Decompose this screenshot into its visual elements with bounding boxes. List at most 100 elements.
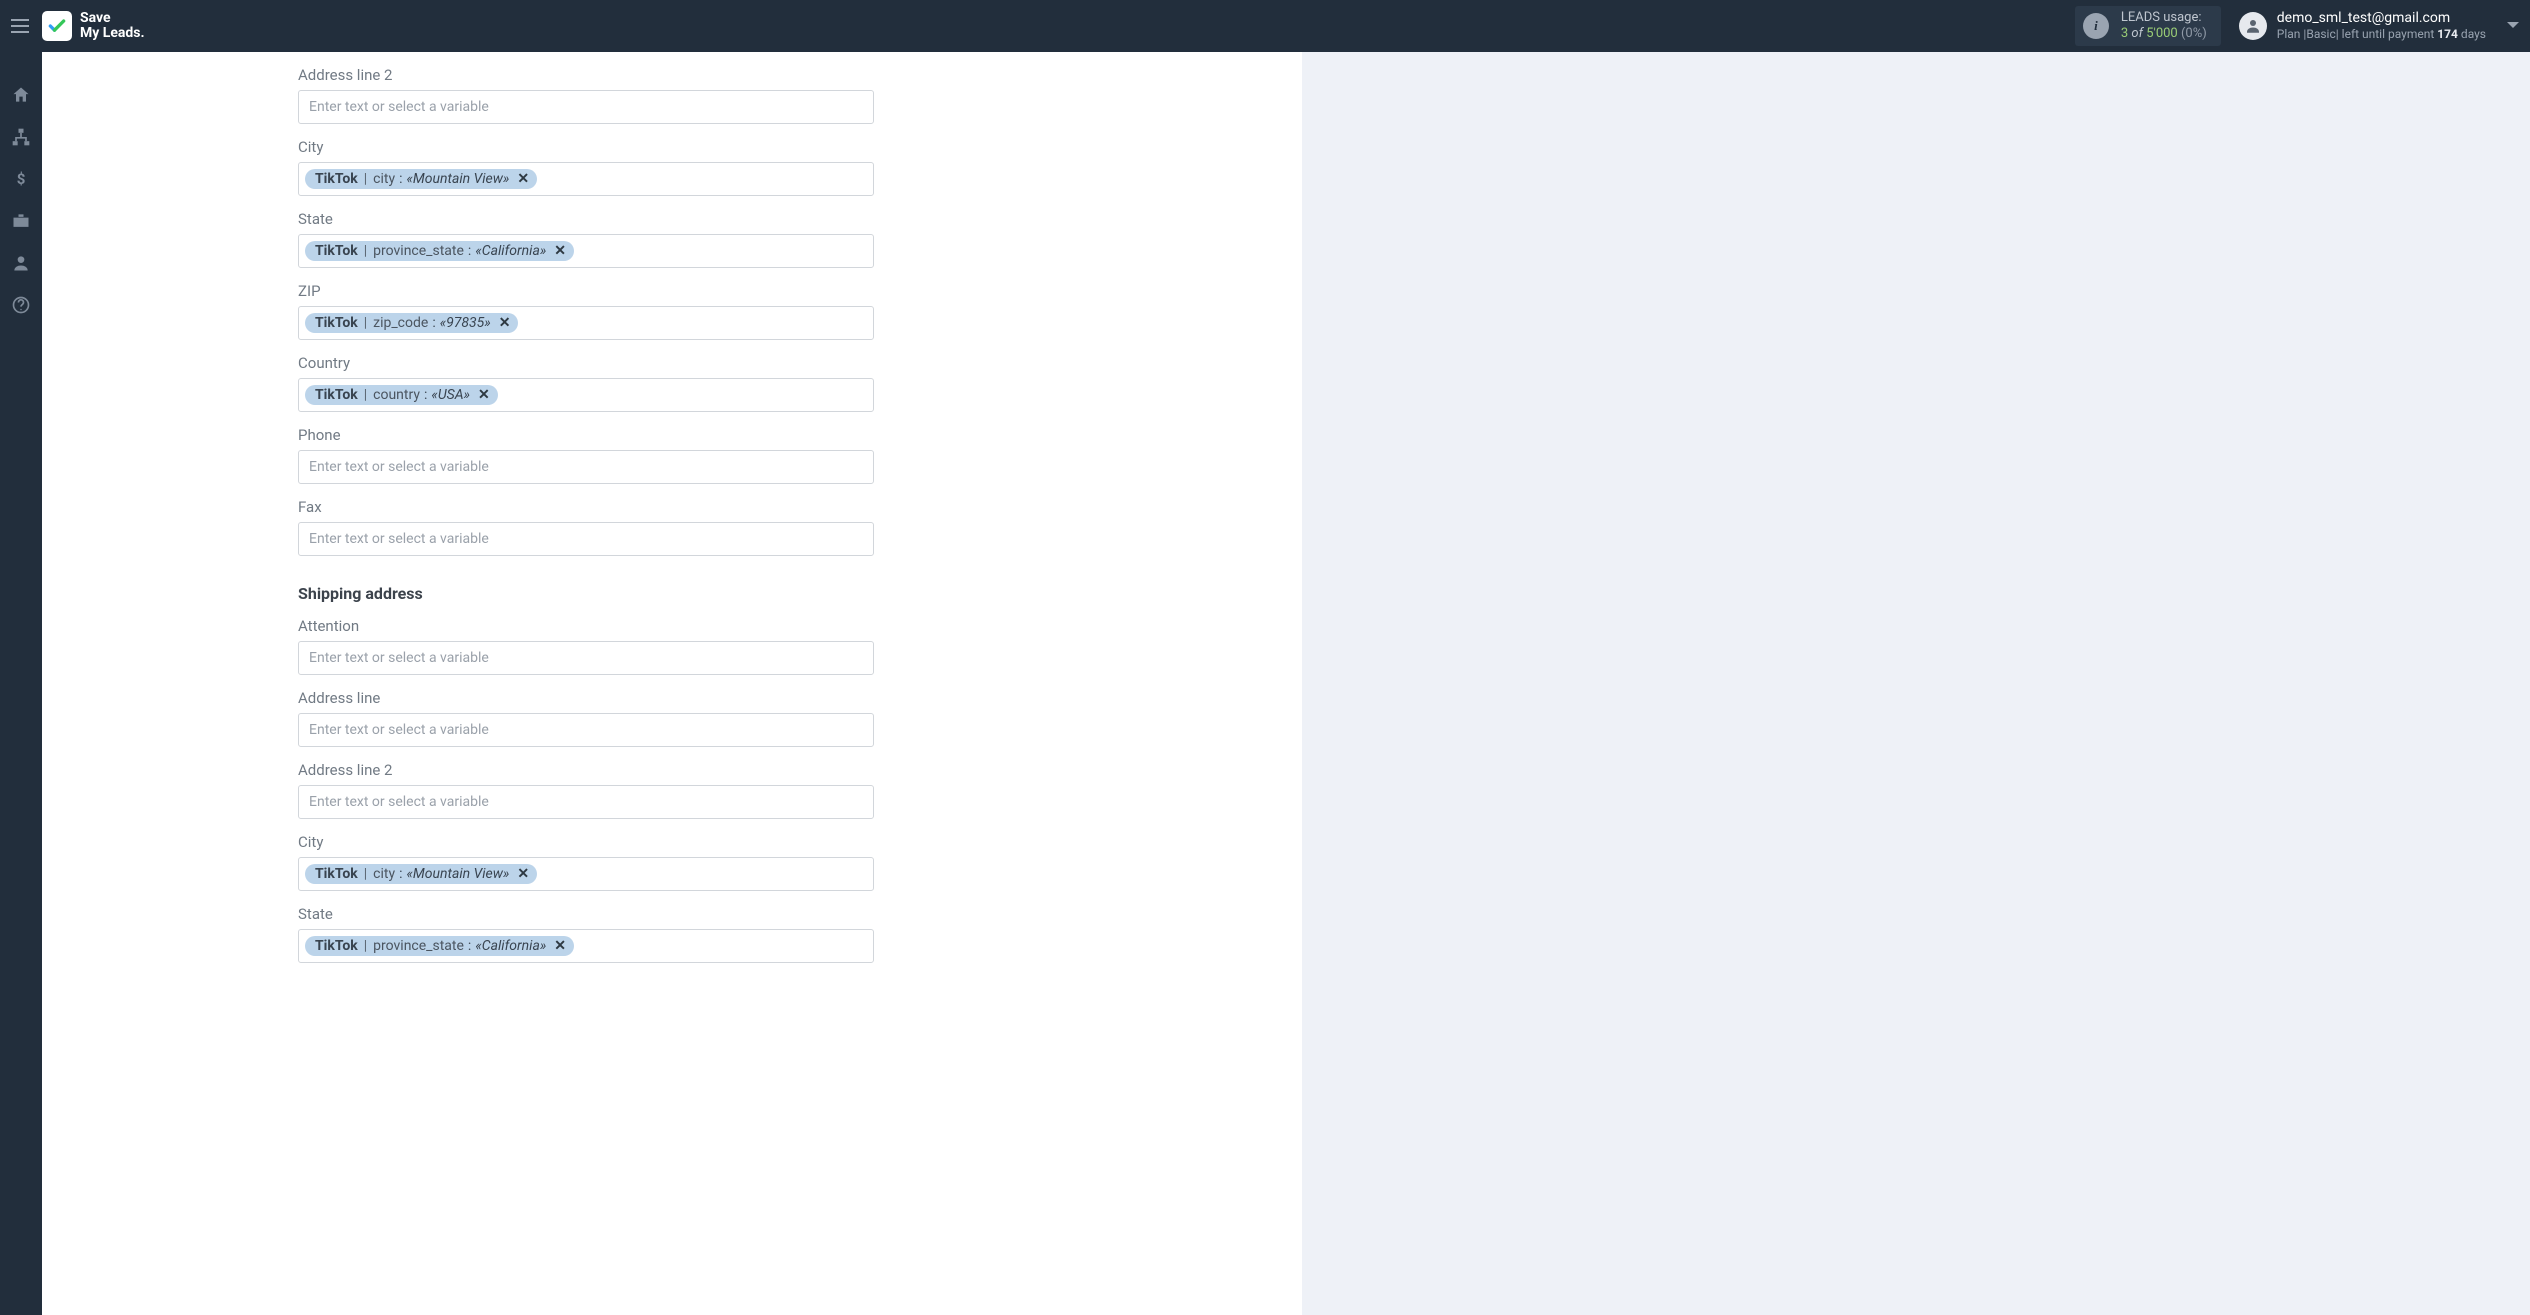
chip-key: city: [373, 866, 395, 882]
chip-country: TikTok| country: «USA» ✕: [305, 385, 498, 405]
dollar-icon: $: [11, 169, 31, 189]
sidebar-briefcase[interactable]: [10, 210, 32, 232]
sidebar-integrations[interactable]: [10, 126, 32, 148]
chip-value: «California»: [475, 243, 546, 259]
label-zip: ZIP: [298, 282, 914, 300]
input-ship-attention[interactable]: Enter text or select a variable: [298, 641, 874, 675]
chip-key: country: [373, 387, 420, 403]
usage-value: 3 of 5'000 (0%): [2121, 26, 2207, 42]
leads-usage-box[interactable]: i LEADS usage: 3 of 5'000 (0%): [2075, 6, 2221, 46]
info-icon: i: [2083, 13, 2109, 39]
plan-name: Basic: [2306, 27, 2335, 41]
chip-key: province_state: [373, 938, 464, 954]
account-lines: demo_sml_test@gmail.com Plan |Basic| lef…: [2277, 10, 2486, 41]
top-header: Save My Leads. i LEADS usage: 3 of 5'000…: [0, 0, 2530, 52]
input-ship-address-line-2[interactable]: Enter text or select a variable: [298, 785, 874, 819]
input-address-line-2[interactable]: Enter text or select a variable: [298, 90, 874, 124]
chip-ship-state: TikTok| province_state: «California» ✕: [305, 936, 574, 956]
brand-line-2: My Leads.: [80, 26, 145, 41]
chip-source: TikTok: [315, 938, 358, 954]
form-card: Address line 2 Enter text or select a va…: [42, 52, 1302, 1315]
hamburger-icon: [11, 19, 29, 33]
label-phone: Phone: [298, 426, 914, 444]
usage-count: 3: [2121, 26, 2128, 41]
placeholder: Enter text or select a variable: [309, 99, 489, 115]
label-ship-city: City: [298, 833, 914, 851]
label-address-line-2: Address line 2: [298, 66, 914, 84]
section-shipping-address: Shipping address: [298, 584, 914, 603]
avatar-icon: [2239, 12, 2267, 40]
label-city: City: [298, 138, 914, 156]
usage-label: LEADS usage:: [2121, 10, 2207, 26]
chip-remove[interactable]: ✕: [517, 171, 529, 187]
sidebar: $: [0, 52, 42, 1315]
placeholder: Enter text or select a variable: [309, 794, 489, 810]
label-country: Country: [298, 354, 914, 372]
mapping-form: Address line 2 Enter text or select a va…: [42, 66, 914, 963]
label-ship-address-line: Address line: [298, 689, 914, 707]
help-icon: [11, 295, 31, 315]
chip-source: TikTok: [315, 243, 358, 259]
input-fax[interactable]: Enter text or select a variable: [298, 522, 874, 556]
input-ship-state[interactable]: TikTok| province_state: «California» ✕: [298, 929, 874, 963]
sidebar-help[interactable]: [10, 294, 32, 316]
label-ship-state: State: [298, 905, 914, 923]
account-plan: Plan |Basic| left until payment 174 days: [2277, 27, 2486, 41]
chip-remove[interactable]: ✕: [499, 315, 511, 331]
plan-prefix: Plan |: [2277, 27, 2307, 41]
chip-source: TikTok: [315, 315, 358, 331]
chip-state: TikTok| province_state: «California» ✕: [305, 241, 574, 261]
sidebar-home[interactable]: [10, 84, 32, 106]
svg-text:$: $: [17, 170, 26, 188]
usage-pct: (0%): [2181, 26, 2207, 41]
chip-value: «USA»: [431, 387, 470, 403]
hierarchy-icon: [11, 127, 31, 147]
label-state: State: [298, 210, 914, 228]
brand-name: Save My Leads.: [80, 11, 145, 40]
chip-remove[interactable]: ✕: [554, 938, 566, 954]
input-state[interactable]: TikTok| province_state: «California» ✕: [298, 234, 874, 268]
user-icon: [2244, 17, 2262, 35]
chip-zip: TikTok| zip_code: «97835» ✕: [305, 313, 518, 333]
placeholder: Enter text or select a variable: [309, 722, 489, 738]
briefcase-icon: [11, 211, 31, 231]
header-left: Save My Leads.: [6, 11, 145, 41]
placeholder: Enter text or select a variable: [309, 459, 489, 475]
brand-logo: [42, 11, 72, 41]
chip-remove[interactable]: ✕: [478, 387, 490, 403]
header-right: i LEADS usage: 3 of 5'000 (0%) demo_sml_…: [2075, 6, 2520, 46]
plan-days-suffix: days: [2461, 27, 2486, 41]
label-fax: Fax: [298, 498, 914, 516]
account-chevron[interactable]: [2506, 21, 2520, 31]
chip-key: province_state: [373, 243, 464, 259]
sidebar-profile[interactable]: [10, 252, 32, 274]
chip-remove[interactable]: ✕: [554, 243, 566, 259]
usage-lines: LEADS usage: 3 of 5'000 (0%): [2121, 10, 2207, 41]
menu-button[interactable]: [6, 12, 34, 40]
checkmark-icon: [47, 16, 67, 36]
account-menu[interactable]: demo_sml_test@gmail.com Plan |Basic| lef…: [2239, 10, 2520, 41]
chip-value: «97835»: [440, 315, 491, 331]
content-area: Address line 2 Enter text or select a va…: [42, 52, 2530, 1315]
chip-ship-city: TikTok| city: «Mountain View» ✕: [305, 864, 537, 884]
input-country[interactable]: TikTok| country: «USA» ✕: [298, 378, 874, 412]
label-ship-attention: Attention: [298, 617, 914, 635]
chip-city: TikTok| city: «Mountain View» ✕: [305, 169, 537, 189]
input-phone[interactable]: Enter text or select a variable: [298, 450, 874, 484]
chip-value: «Mountain View»: [406, 171, 509, 187]
chip-key: city: [373, 171, 395, 187]
input-city[interactable]: TikTok| city: «Mountain View» ✕: [298, 162, 874, 196]
chip-value: «Mountain View»: [406, 866, 509, 882]
input-zip[interactable]: TikTok| zip_code: «97835» ✕: [298, 306, 874, 340]
account-email: demo_sml_test@gmail.com: [2277, 10, 2486, 27]
plan-mid: | left until payment: [2336, 27, 2435, 41]
sidebar-billing[interactable]: $: [10, 168, 32, 190]
chip-remove[interactable]: ✕: [517, 866, 529, 882]
input-ship-city[interactable]: TikTok| city: «Mountain View» ✕: [298, 857, 874, 891]
label-ship-address-line-2: Address line 2: [298, 761, 914, 779]
plan-days: 174: [2437, 27, 2458, 41]
brand-line-1: Save: [80, 11, 145, 26]
chip-key: zip_code: [373, 315, 428, 331]
chip-source: TikTok: [315, 171, 358, 187]
input-ship-address-line[interactable]: Enter text or select a variable: [298, 713, 874, 747]
